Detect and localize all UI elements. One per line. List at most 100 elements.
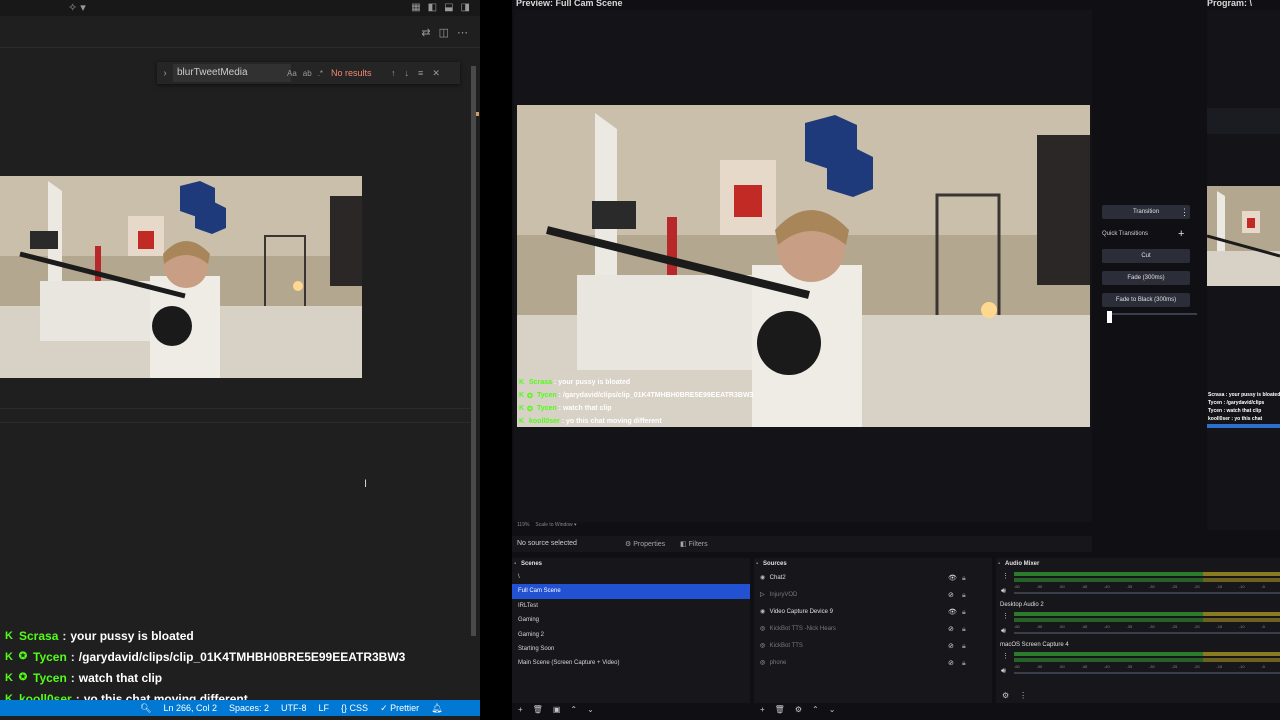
speaker-icon[interactable]: 🔊︎ — [1001, 586, 1006, 596]
more-icon[interactable]: ⋮ — [1019, 691, 1027, 703]
find-input[interactable]: blurTweetMedia — [173, 64, 291, 82]
tick-label: -55 — [1036, 664, 1043, 669]
tick-label: -45 — [1081, 624, 1088, 629]
source-item[interactable]: ◎ KickBot TTS -Nick Hears ⊘ 🔒︎ — [754, 621, 992, 638]
volume-slider[interactable] — [1014, 672, 1280, 674]
source-item[interactable]: ◎ phone ⊘ 🔒︎ — [754, 655, 992, 672]
layout-grid-icon[interactable]: ▦ — [411, 2, 420, 13]
eye-off-icon[interactable]: ⊘ — [948, 621, 954, 638]
remove-scene-icon[interactable]: 🗑︎ — [533, 705, 543, 717]
close-icon[interactable]: ✕ — [432, 68, 440, 79]
move-up-icon[interactable]: ⌃ — [812, 705, 819, 717]
program-chat-line: Tycen : watch that clip — [1208, 408, 1262, 414]
find-in-selection-icon[interactable]: ≡ — [418, 68, 423, 79]
transition-label: Transition — [1132, 209, 1160, 215]
source-item[interactable]: ◉ Chat2 👁︎ 🔒︎ — [754, 570, 992, 587]
more-actions-icon[interactable]: ⋯ — [457, 26, 468, 39]
editor-scrollbar[interactable] — [471, 66, 476, 636]
fade-button[interactable]: Fade (300ms) — [1102, 271, 1190, 285]
prettier-status[interactable]: ✓ Prettier — [380, 703, 419, 714]
tick-label: -5 — [1261, 624, 1265, 629]
lock-icon[interactable]: 🔒︎ — [962, 621, 966, 638]
chat-username: Tycen — [33, 649, 67, 664]
overlay-chat-text: watch that clip — [562, 405, 612, 412]
filters-button[interactable]: ◧ Filters — [680, 540, 708, 548]
more-icon[interactable]: ⋮ — [1180, 207, 1189, 218]
lock-icon[interactable]: 🔒︎ — [962, 638, 966, 655]
scale-mode-dropdown[interactable]: Scale to Window ▾ — [535, 522, 576, 528]
lock-icon[interactable]: 🔒︎ — [962, 587, 966, 604]
tick-label: -15 — [1216, 664, 1223, 669]
add-transition-icon[interactable]: + — [1178, 227, 1184, 241]
language-mode[interactable]: {} CSS — [341, 703, 368, 714]
move-up-icon[interactable]: ⌃ — [570, 705, 577, 717]
next-match-icon[interactable]: ↓ — [405, 68, 410, 79]
zoom-icon[interactable]: 🔍︎ — [140, 703, 151, 714]
previous-match-icon[interactable]: ↑ — [391, 68, 396, 79]
sources-dock: ▪ Sources ◉ Chat2 👁︎ 🔒︎ ▷ InjuryVOD ⊘ 🔒︎… — [754, 558, 992, 714]
scene-item-selected[interactable]: Full Cam Scene — [512, 584, 750, 599]
scene-item[interactable]: Starting Soon — [512, 642, 750, 656]
eye-off-icon[interactable]: ⊘ — [948, 638, 954, 655]
speaker-icon[interactable]: 🔊︎ — [1001, 626, 1006, 636]
move-down-icon[interactable]: ⌄ — [829, 705, 836, 717]
scene-item[interactable]: IRLTest — [512, 599, 750, 613]
end-of-line[interactable]: LF — [319, 703, 330, 714]
move-down-icon[interactable]: ⌄ — [587, 705, 594, 717]
context-bar: No source selected ⚙ Properties ◧ Filter… — [512, 536, 1092, 552]
more-icon[interactable]: ⋮ — [1002, 572, 1009, 580]
tbar-handle[interactable] — [1107, 311, 1112, 323]
add-scene-icon[interactable]: + — [518, 705, 523, 717]
filters-icon[interactable]: ▣ — [553, 705, 561, 717]
overlay-chat-message: K Scrasa : your pussy is bloated — [519, 376, 819, 389]
webcam-image — [1207, 186, 1280, 286]
compare-icon[interactable]: ⇄ — [421, 26, 430, 39]
remove-source-icon[interactable]: 🗑︎ — [775, 705, 785, 717]
program-chat-line: Tycen : /garydavid/clips — [1208, 400, 1265, 406]
split-editor-icon[interactable]: ◫ — [439, 26, 449, 39]
mixer-channel: Desktop Audio 2 ⋮ -60 -55 -50 -45 -40 -35 -30 -… — [996, 600, 1280, 640]
volume-slider[interactable] — [1014, 632, 1280, 634]
more-icon[interactable]: ⋮ — [1002, 652, 1009, 660]
source-item[interactable]: ◎ KickBot TTS ⊘ 🔒︎ — [754, 638, 992, 655]
indentation[interactable]: Spaces: 2 — [229, 703, 269, 714]
cut-button[interactable]: Cut — [1102, 249, 1190, 263]
encoding[interactable]: UTF-8 — [281, 703, 307, 714]
lock-icon[interactable]: 🔒︎ — [962, 570, 966, 587]
tbar-track[interactable] — [1107, 313, 1197, 315]
eye-icon[interactable]: 👁︎ — [948, 604, 957, 621]
match-case-toggle[interactable]: Aa — [287, 69, 297, 78]
overlay-chat-message: K ✪ Tycen : watch that clip — [519, 402, 819, 415]
toggle-panel-icon[interactable]: ⬓ — [444, 2, 453, 13]
lock-icon[interactable]: 🔒︎ — [962, 604, 966, 621]
tick-label: -20 — [1193, 624, 1200, 629]
scene-item[interactable]: Gaming — [512, 613, 750, 627]
toggle-replace-icon[interactable]: › — [157, 68, 173, 79]
match-word-toggle[interactable]: ab — [303, 69, 312, 78]
source-item[interactable]: ◉ Video Capture Device 9 👁︎ 🔒︎ — [754, 604, 992, 621]
fade-to-black-button[interactable]: Fade to Black (300ms) — [1102, 293, 1190, 307]
notifications-icon[interactable]: 🔔︎ — [431, 703, 442, 714]
eye-icon[interactable]: 👁︎ — [948, 570, 957, 587]
transition-button[interactable]: Transition ⋮ — [1102, 205, 1190, 219]
scene-item[interactable]: Gaming 2 — [512, 628, 750, 642]
properties-button[interactable]: ⚙ Properties — [625, 540, 665, 548]
eye-off-icon[interactable]: ⊘ — [948, 587, 954, 604]
advanced-audio-icon[interactable]: ⚙ — [1002, 691, 1009, 703]
more-icon[interactable]: ⋮ — [1002, 612, 1009, 620]
scene-item[interactable]: \ — [512, 570, 750, 584]
copilot-icon[interactable]: ✧ ▾ — [68, 1, 86, 14]
source-item[interactable]: ▷ InjuryVOD ⊘ 🔒︎ — [754, 587, 992, 604]
eye-off-icon[interactable]: ⊘ — [948, 655, 954, 672]
add-source-icon[interactable]: + — [760, 705, 765, 717]
volume-slider[interactable] — [1014, 592, 1280, 594]
lock-icon[interactable]: 🔒︎ — [962, 655, 966, 672]
tick-label: -25 — [1171, 624, 1178, 629]
scene-item[interactable]: Main Scene (Screen Capture + Video) — [512, 656, 750, 670]
toggle-secondary-sidebar-icon[interactable]: ◨ — [461, 2, 470, 13]
speaker-icon[interactable]: 🔊︎ — [1001, 666, 1006, 676]
toggle-sidebar-icon[interactable]: ◧ — [428, 2, 437, 13]
regex-toggle[interactable]: .* — [318, 69, 323, 78]
cursor-position[interactable]: Ln 266, Col 2 — [163, 703, 217, 714]
source-settings-icon[interactable]: ⚙ — [795, 705, 802, 717]
